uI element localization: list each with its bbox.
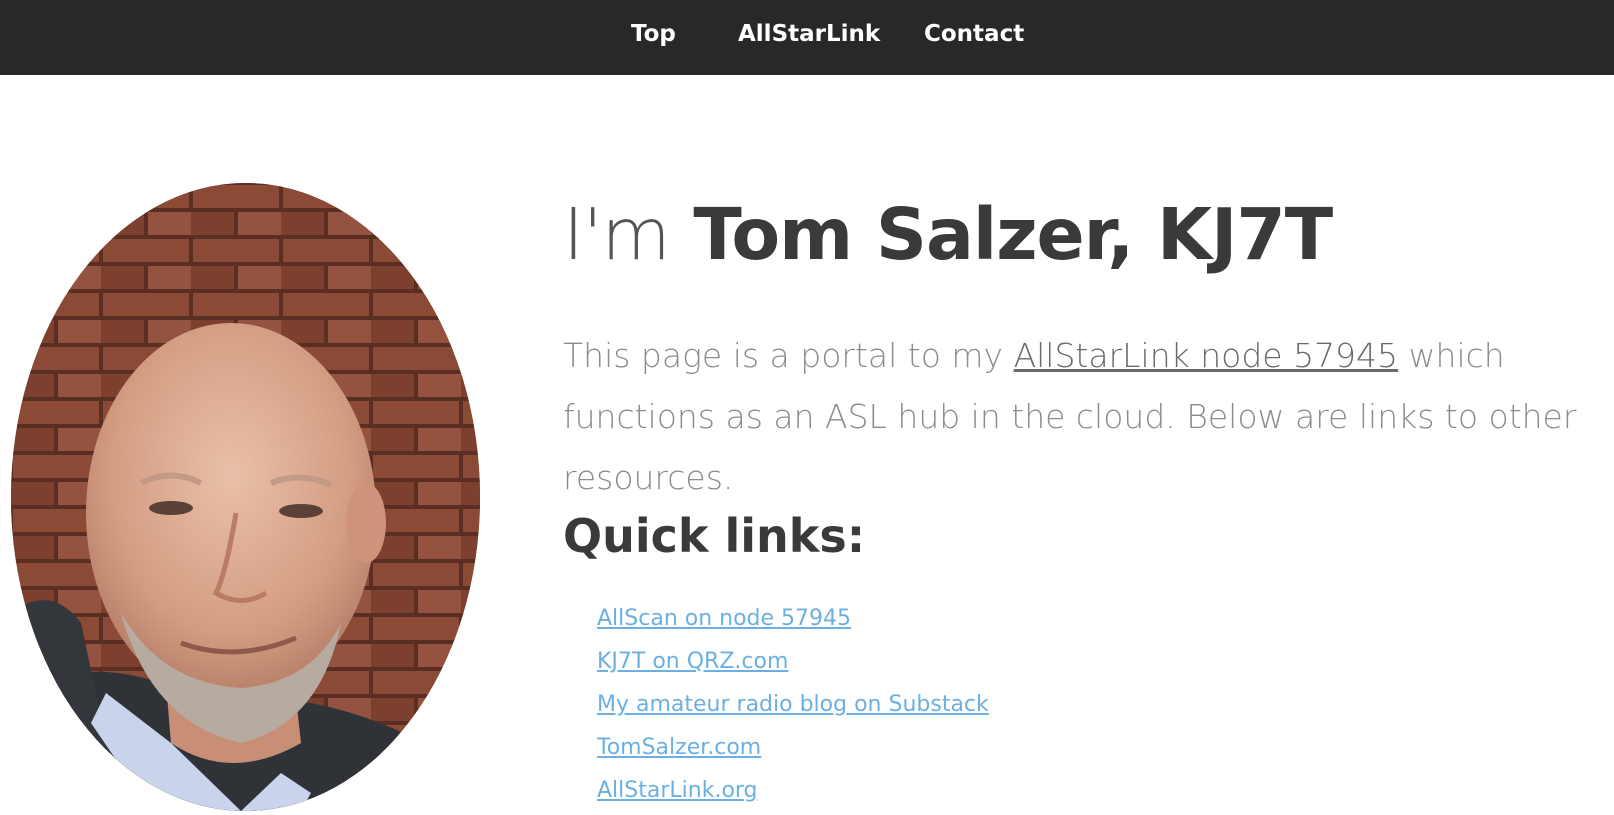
- profile-photo: [11, 183, 480, 811]
- intro-paragraph: This page is a portal to my AllStarLink …: [563, 325, 1603, 508]
- allscan-link[interactable]: AllScan on node 57945: [597, 606, 851, 631]
- page-title: I'm Tom Salzer, KJ7T: [563, 190, 1333, 280]
- nav-link-contact[interactable]: Contact: [924, 18, 1024, 50]
- substack-blog-link[interactable]: My amateur radio blog on Substack: [597, 692, 989, 717]
- headline-prefix: I'm: [563, 193, 671, 276]
- list-item: AllStarLink.org: [597, 772, 989, 815]
- allstarlink-node-link[interactable]: AllStarLink node 57945: [1014, 336, 1398, 375]
- quick-links-heading: Quick links:: [563, 509, 866, 563]
- intro-text-start: This page is a portal to my: [563, 336, 1014, 375]
- tomsalzer-link[interactable]: TomSalzer.com: [597, 735, 761, 760]
- nav-link-top[interactable]: Top: [631, 18, 676, 50]
- top-navbar: Top AllStarLink Contact: [0, 0, 1614, 75]
- list-item: AllScan on node 57945: [597, 600, 989, 643]
- list-item: TomSalzer.com: [597, 729, 989, 772]
- nav-link-allstarlink[interactable]: AllStarLink: [738, 18, 880, 50]
- qrz-link[interactable]: KJ7T on QRZ.com: [597, 649, 788, 674]
- headline-name: Tom Salzer, KJ7T: [693, 193, 1333, 276]
- list-item: My amateur radio blog on Substack: [597, 686, 989, 729]
- allstarlink-org-link[interactable]: AllStarLink.org: [597, 778, 758, 803]
- list-item: KJ7T on QRZ.com: [597, 643, 989, 686]
- quick-links-list: AllScan on node 57945 KJ7T on QRZ.com My…: [597, 600, 989, 815]
